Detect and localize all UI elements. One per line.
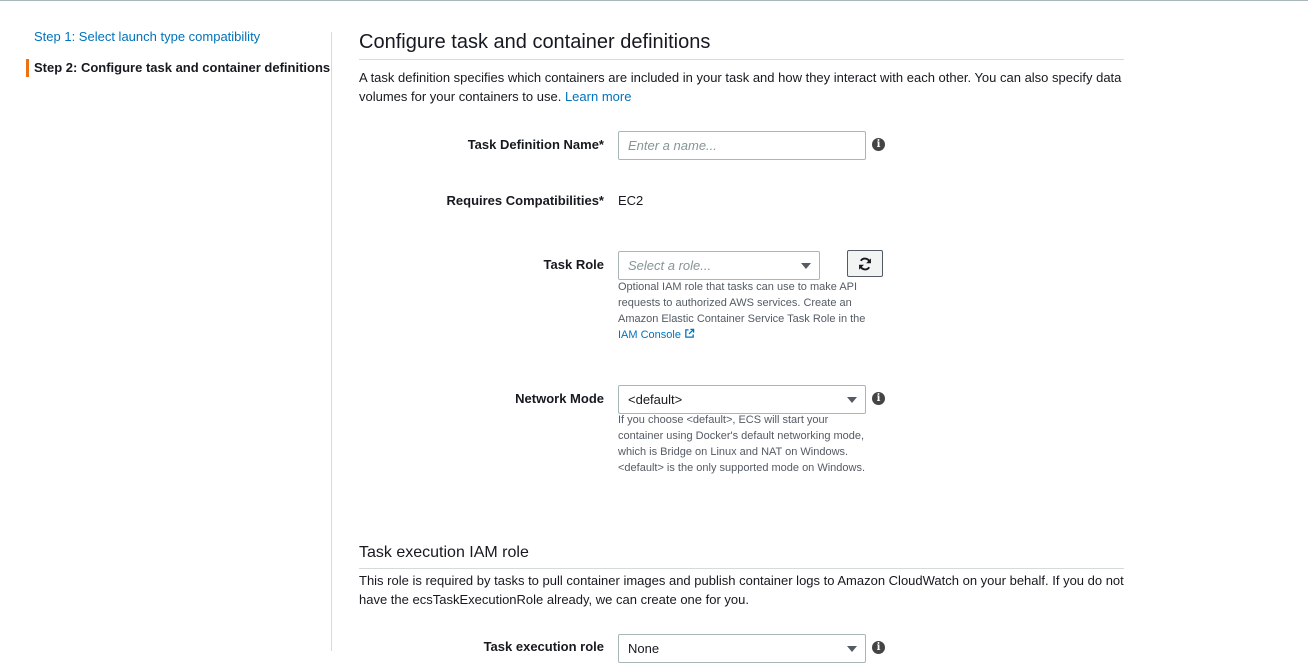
chevron-down-icon [847, 646, 857, 652]
info-icon[interactable]: i [872, 641, 885, 654]
requires-compatibilities-value: EC2 [618, 193, 644, 208]
info-icon[interactable]: i [872, 138, 885, 151]
task-execution-role-label: Task execution role [483, 639, 604, 654]
section-description: A task definition specifies which contai… [359, 69, 1124, 106]
task-execution-role-value: None [628, 641, 660, 656]
external-link-icon [685, 328, 695, 338]
top-border [0, 0, 1308, 1]
task-definition-name-label: Task Definition Name* [467, 137, 604, 152]
chevron-down-icon [801, 263, 811, 269]
step-1-link[interactable]: Step 1: Select launch type compatibility [34, 29, 260, 44]
task-role-help: Optional IAM role that tasks can use to … [618, 279, 868, 343]
iam-console-link-text: IAM Console [618, 329, 681, 341]
network-mode-value: <default> [628, 392, 683, 407]
task-definition-name-input[interactable] [618, 131, 866, 160]
wizard-steps: Step 1: Select launch type compatibility… [26, 26, 330, 79]
step-1-item[interactable]: Step 1: Select launch type compatibility [26, 26, 326, 48]
page-title: Configure task and container definitions [359, 29, 1124, 60]
task-role-select[interactable]: Select a role... [618, 251, 820, 280]
vertical-divider [331, 32, 332, 651]
task-role-label: Task Role [543, 257, 604, 272]
network-mode-help: If you choose <default>, ECS will start … [618, 414, 866, 474]
info-icon[interactable]: i [872, 392, 885, 405]
network-mode-select[interactable]: <default> [618, 385, 866, 414]
refresh-roles-button[interactable] [847, 250, 883, 277]
task-role-help-text: Optional IAM role that tasks can use to … [618, 281, 866, 325]
iam-console-link[interactable]: IAM Console [618, 328, 695, 341]
section-title-task-execution-role: Task execution IAM role [359, 543, 1124, 569]
chevron-down-icon [847, 397, 857, 403]
refresh-icon [859, 257, 871, 270]
network-mode-label: Network Mode [515, 391, 604, 406]
description-text: A task definition specifies which contai… [359, 70, 1122, 104]
learn-more-link[interactable]: Learn more [565, 89, 631, 104]
task-execution-description: This role is required by tasks to pull c… [359, 573, 1124, 607]
task-execution-role-select[interactable]: None [618, 634, 866, 663]
step-2-item-active: Step 2: Configure task and container def… [26, 57, 330, 79]
requires-compatibilities-label: Requires Compatibilities* [446, 193, 604, 208]
task-role-placeholder: Select a role... [628, 258, 712, 273]
